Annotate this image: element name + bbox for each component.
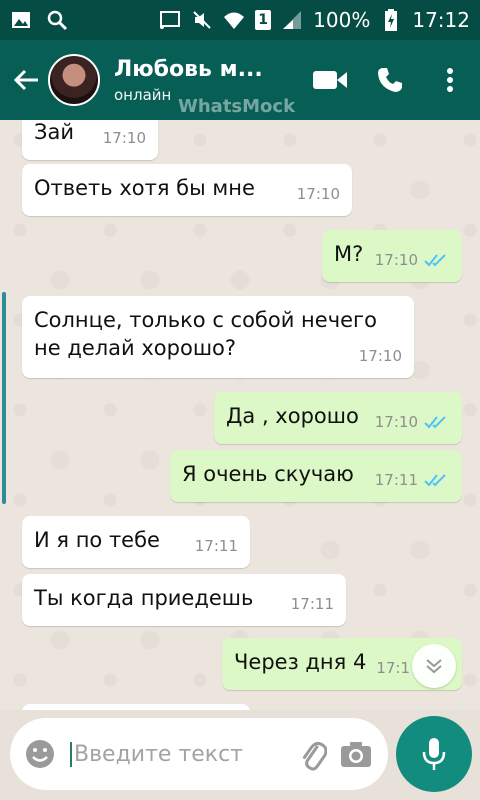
message-text: М? <box>334 242 364 266</box>
message-incoming[interactable]: Ты когда приедешь 17:11 <box>22 574 346 626</box>
battery-charging-icon <box>380 9 402 31</box>
chevron-double-down-icon <box>426 659 442 674</box>
message-list[interactable]: Зай 17:10 Ответь хотя бы мне 17:10 М? 17… <box>0 120 480 710</box>
message-meta: 17:10 <box>375 246 450 274</box>
message-meta: 17:10 <box>375 408 450 436</box>
back-button[interactable] <box>6 50 46 110</box>
phone-icon <box>378 68 402 92</box>
message-text: Ты когда приедешь <box>34 586 254 610</box>
message-text: Ответь хотя бы мне <box>34 176 255 200</box>
mic-icon <box>422 738 446 770</box>
back-arrow-icon <box>13 69 38 91</box>
message-time: 17:10 <box>102 129 146 147</box>
battery-percent: 100% <box>313 8 371 32</box>
message-outgoing[interactable]: Да , хорошо 17:10 <box>214 392 462 444</box>
emoji-button[interactable] <box>20 734 60 774</box>
sim-badge: 1 <box>255 10 272 30</box>
message-text-line1: Солнце, только с собой нечего <box>34 308 377 332</box>
message-text-line2: не делай хорошо? <box>34 336 237 360</box>
scroll-indicator[interactable] <box>2 292 6 504</box>
more-options-button[interactable] <box>420 50 480 110</box>
message-text: Через дня 4 <box>234 650 367 674</box>
double-tick-icon <box>424 254 446 267</box>
message-incoming[interactable]: Солнце, только с собой нечего не делай х… <box>22 296 414 378</box>
message-text: Зай <box>34 120 74 144</box>
clock: 17:12 <box>412 8 470 32</box>
chat-header: Любовь м... онлайн WhatsMock <box>0 40 480 120</box>
message-time: 17:11 <box>290 595 334 613</box>
cast-icon <box>159 9 181 31</box>
status-bar: 1 100% 17:12 <box>0 0 480 40</box>
video-call-icon <box>313 71 347 89</box>
message-time: 17:10 <box>358 347 402 365</box>
message-incoming[interactable]: И я по тебе 17:11 <box>22 516 250 568</box>
message-input[interactable] <box>70 741 265 767</box>
input-bar <box>0 710 480 800</box>
watermark: WhatsMock <box>178 96 296 117</box>
message-incoming[interactable]: Зай 17:10 <box>22 120 158 160</box>
contact-name: Любовь м... <box>114 56 263 82</box>
image-icon <box>10 9 32 31</box>
scroll-to-bottom-button[interactable] <box>412 644 456 688</box>
voice-call-button[interactable] <box>360 50 420 110</box>
message-outgoing[interactable]: Я очень скучаю 17:11 <box>170 450 462 502</box>
voice-record-button[interactable] <box>396 716 472 792</box>
message-text: Я очень скучаю <box>182 462 354 486</box>
message-text: Да , хорошо <box>226 404 359 428</box>
video-call-button[interactable] <box>300 50 360 110</box>
signal-icon <box>281 9 303 31</box>
message-outgoing[interactable]: М? 17:10 <box>322 230 462 282</box>
message-meta: 17:11 <box>375 466 450 494</box>
wifi-icon <box>223 9 245 31</box>
message-time: 17:1 <box>376 659 410 677</box>
emoji-icon <box>26 740 54 768</box>
message-time: 17:11 <box>194 537 238 555</box>
camera-icon <box>341 742 371 767</box>
mute-icon <box>191 9 213 31</box>
message-time: 17:10 <box>296 185 340 203</box>
double-tick-icon <box>424 474 446 487</box>
avatar[interactable] <box>48 54 100 106</box>
message-text: И я по тебе <box>34 528 160 552</box>
attach-icon <box>302 741 327 771</box>
double-tick-icon <box>424 416 446 429</box>
search-icon <box>46 9 68 31</box>
attach-button[interactable] <box>290 732 334 776</box>
more-vert-icon <box>447 68 453 92</box>
compose-box <box>10 718 388 790</box>
message-incoming[interactable]: Ответь хотя бы мне 17:10 <box>22 164 352 216</box>
camera-button[interactable] <box>334 732 378 776</box>
